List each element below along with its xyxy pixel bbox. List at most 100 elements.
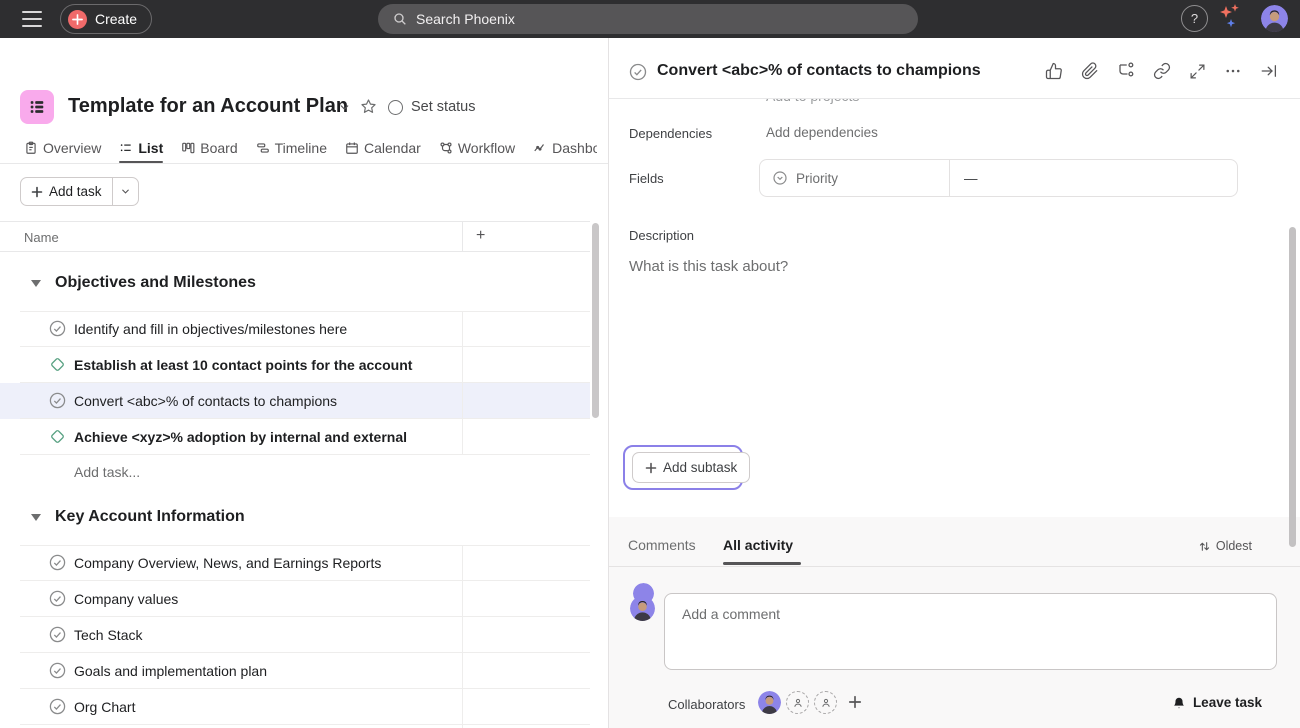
page-title: Template for an Account Plan (68, 95, 348, 118)
add-task-button[interactable]: Add task (20, 177, 139, 206)
workflow-icon (439, 141, 453, 155)
tab-dashboard[interactable]: Dashboard (533, 130, 597, 164)
bell-icon (1172, 696, 1186, 710)
section-header[interactable]: Key Account Information (0, 502, 590, 536)
task-row[interactable]: Goals and implementation plan (0, 653, 590, 689)
priority-field[interactable]: Priority (760, 160, 950, 196)
user-avatar[interactable] (1261, 5, 1288, 32)
description-label: Description (629, 228, 694, 243)
milestone-diamond-icon[interactable] (49, 428, 66, 445)
priority-value[interactable]: — (950, 171, 1237, 186)
check-circle-icon[interactable] (49, 554, 66, 571)
search-icon (392, 11, 408, 27)
attachment-icon[interactable] (1081, 62, 1099, 80)
tab-overview[interactable]: Overview (24, 130, 101, 164)
check-circle-icon[interactable] (49, 662, 66, 679)
overview-icon (24, 141, 38, 155)
vertical-scrollbar[interactable] (592, 223, 599, 418)
task-row[interactable]: Org Chart (0, 689, 590, 725)
add-collaborator-placeholder[interactable] (786, 691, 809, 714)
column-header-name: Name (24, 230, 59, 245)
like-icon[interactable] (1045, 62, 1063, 80)
plus-circle-icon (68, 10, 87, 29)
comments-section: Comments All activity Oldest Add a comme… (609, 517, 1300, 728)
leave-task-button[interactable]: Leave task (1172, 695, 1262, 710)
ai-sparkles-icon[interactable] (1219, 3, 1245, 31)
star-icon[interactable] (360, 98, 377, 115)
plus-icon (31, 186, 43, 198)
fields-table: Priority — (759, 159, 1238, 197)
search-input[interactable]: Search Phoenix (378, 4, 918, 34)
add-task-inline[interactable]: Add task... (74, 464, 140, 480)
add-column-button[interactable]: + (476, 227, 485, 245)
more-options-icon[interactable] (1224, 62, 1242, 80)
collaborator-avatar[interactable] (758, 691, 781, 714)
add-task-dropdown[interactable] (112, 178, 138, 205)
description-input[interactable]: What is this task about? (629, 258, 788, 275)
question-icon: ? (1191, 11, 1198, 26)
sort-control[interactable]: Oldest (1198, 539, 1252, 553)
comment-input[interactable]: Add a comment (664, 593, 1277, 670)
tab-all-activity[interactable]: All activity (723, 537, 793, 553)
app-root: Create Search Phoenix ? Template for an … (0, 0, 1300, 728)
hamburger-menu-icon[interactable] (22, 11, 42, 27)
expand-icon[interactable] (1189, 63, 1206, 80)
section-header[interactable]: Objectives and Milestones (0, 268, 590, 302)
check-circle-icon[interactable] (49, 590, 66, 607)
project-icon (20, 90, 54, 124)
collaborators-row: Collaborators Leave task (609, 685, 1300, 725)
link-icon[interactable] (1153, 62, 1171, 80)
task-row[interactable]: Establish at least 10 contact points for… (0, 347, 590, 383)
add-subtask-button[interactable]: Add subtask (632, 452, 750, 483)
status-circle-icon[interactable] (388, 100, 403, 115)
check-circle-icon[interactable] (49, 698, 66, 715)
view-tabbar: Overview List Board Timeline Calendar (0, 130, 608, 164)
collaborators-label: Collaborators (668, 697, 745, 712)
milestone-diamond-icon[interactable] (49, 356, 66, 373)
priority-dropdown-icon (772, 170, 788, 186)
collapse-triangle-icon[interactable] (31, 280, 41, 287)
task-row[interactable]: Tech Stack (0, 617, 590, 653)
tab-timeline[interactable]: Timeline (256, 130, 327, 164)
task-row[interactable]: Company Overview, News, and Earnings Rep… (0, 545, 590, 581)
vertical-scrollbar[interactable] (1289, 227, 1296, 547)
task-row[interactable]: Achieve <xyz>% adoption by internal and … (0, 419, 590, 455)
add-dependencies-button[interactable]: Add dependencies (766, 125, 878, 140)
task-row[interactable]: Identify and fill in objectives/mileston… (0, 311, 590, 347)
collapse-triangle-icon[interactable] (31, 514, 41, 521)
tab-comments[interactable]: Comments (628, 537, 696, 553)
tab-list[interactable]: List (119, 130, 163, 164)
plus-icon (848, 695, 862, 709)
create-button[interactable]: Create (60, 4, 152, 34)
set-status-button[interactable]: Set status (411, 99, 475, 115)
tab-board[interactable]: Board (181, 130, 237, 164)
add-collaborator-button[interactable] (848, 695, 862, 709)
help-button[interactable]: ? (1181, 5, 1208, 32)
check-circle-icon[interactable] (49, 392, 66, 409)
task-row[interactable]: Company values (0, 581, 590, 617)
check-circle-icon[interactable] (49, 626, 66, 643)
comment-placeholder: Add a comment (682, 606, 780, 622)
close-panel-icon[interactable] (1260, 62, 1278, 80)
list-icon (119, 141, 133, 155)
fields-label: Fields (629, 171, 664, 186)
chevron-down-icon (120, 186, 131, 197)
dashboard-icon (533, 141, 547, 155)
tab-workflow[interactable]: Workflow (439, 130, 515, 164)
chevron-down-icon[interactable] (338, 101, 351, 114)
subtask-icon[interactable] (1117, 62, 1135, 80)
timeline-icon (256, 141, 270, 155)
dependencies-label: Dependencies (629, 126, 712, 141)
person-icon (820, 697, 832, 709)
comment-avatar (630, 596, 655, 621)
add-collaborator-placeholder[interactable] (814, 691, 837, 714)
project-panel: Template for an Account Plan Set status … (0, 38, 608, 728)
plus-icon (645, 462, 657, 474)
check-circle-icon[interactable] (629, 63, 647, 81)
task-row-selected[interactable]: Convert <abc>% of contacts to champions (0, 383, 590, 419)
check-circle-icon[interactable] (49, 320, 66, 337)
search-placeholder: Search Phoenix (416, 11, 515, 27)
tab-calendar[interactable]: Calendar (345, 130, 421, 164)
sort-arrows-icon (1198, 540, 1211, 553)
task-detail-panel: Add to projects Dependencies Add depende… (608, 38, 1300, 728)
